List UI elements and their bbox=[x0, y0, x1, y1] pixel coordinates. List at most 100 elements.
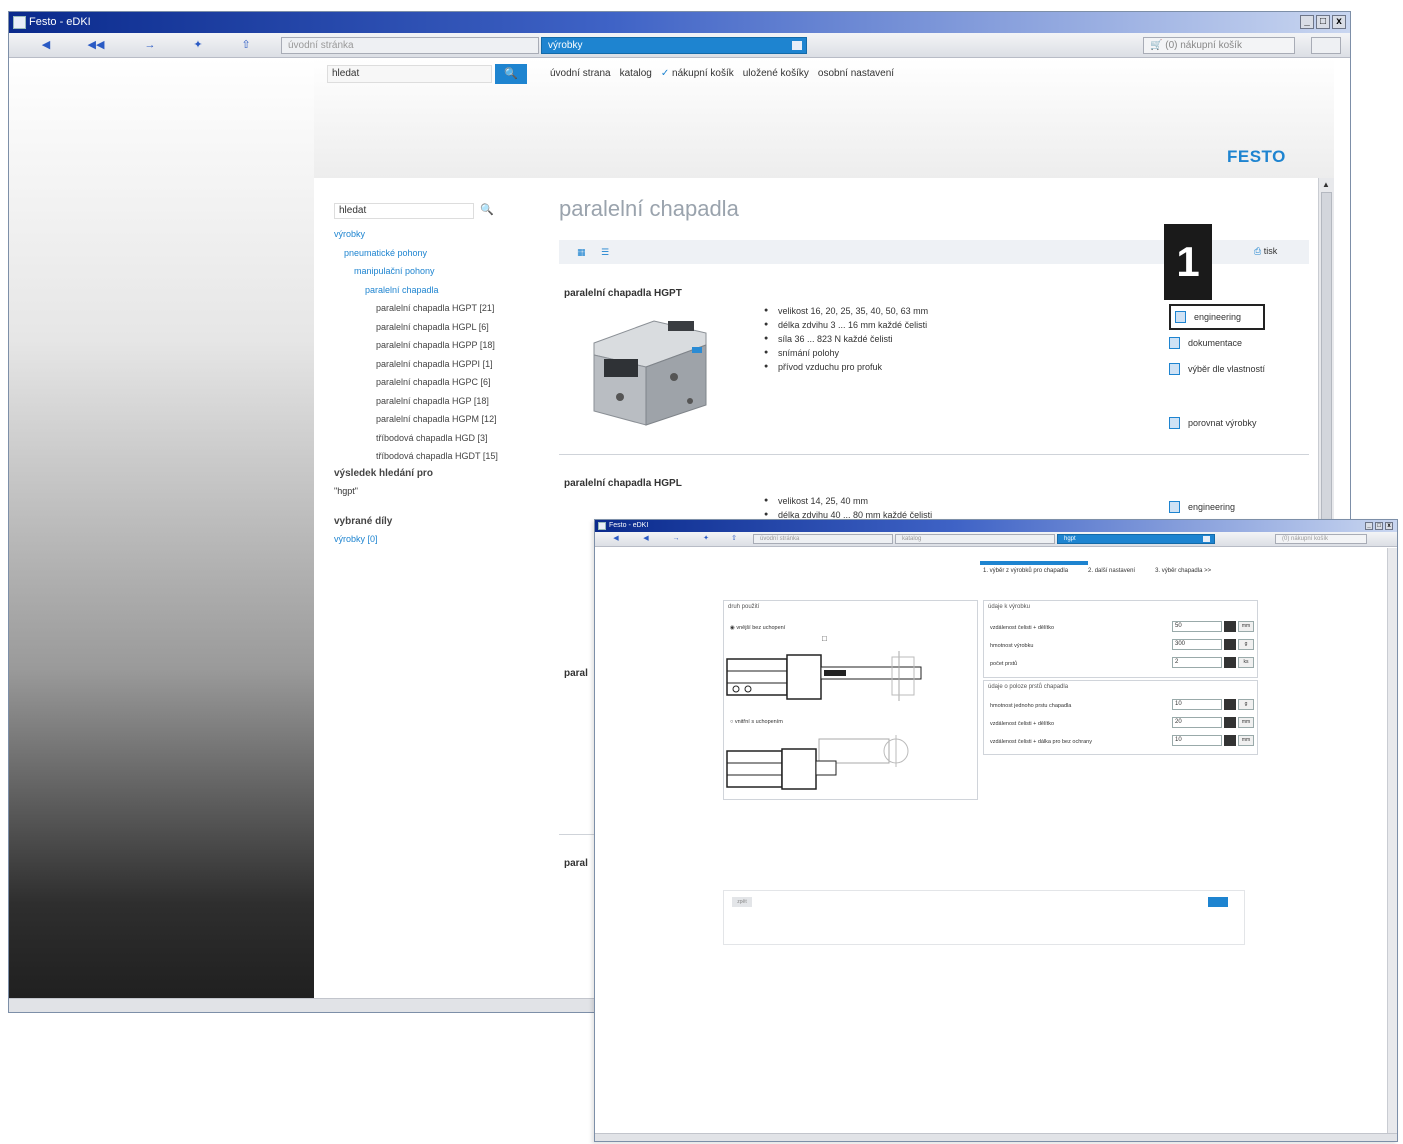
usage-panel-title: druh použití bbox=[728, 604, 760, 610]
step-2[interactable]: 2. další nastavení bbox=[1088, 568, 1135, 574]
callout-badge: 1 bbox=[1164, 224, 1212, 300]
step-3[interactable]: 3. výběr chapadla >> bbox=[1155, 568, 1211, 574]
grid-view-icon[interactable]: ▦ bbox=[577, 247, 588, 257]
tree-item[interactable]: manipulační pohony bbox=[334, 262, 498, 281]
engineering-link[interactable]: engineering bbox=[1169, 304, 1266, 330]
cart-field[interactable]: 🛒 (0) nákupní košík bbox=[1143, 37, 1295, 54]
nav-home[interactable]: úvodní strana bbox=[550, 68, 611, 79]
minimize-button[interactable]: _ bbox=[1365, 522, 1373, 530]
stop-icon[interactable]: → bbox=[141, 38, 159, 52]
tree-item[interactable]: paralelní chapadla HGP [18] bbox=[334, 392, 498, 411]
finger-mass-input[interactable]: 10 bbox=[1172, 699, 1222, 710]
tree-item[interactable]: paralelní chapadla HGPL [6] bbox=[334, 318, 498, 337]
address-field[interactable]: úvodní stránka bbox=[281, 37, 539, 54]
calc-button[interactable] bbox=[1224, 735, 1236, 746]
maximize-button[interactable]: □ bbox=[1375, 522, 1383, 530]
field-label: počet prstů bbox=[990, 661, 1018, 667]
radio-icon[interactable]: ○ bbox=[730, 719, 733, 725]
forward-icon[interactable]: ◀ bbox=[641, 534, 651, 544]
address-field[interactable]: úvodní stránka bbox=[753, 534, 893, 544]
jaw-offset-input[interactable]: 20 bbox=[1172, 717, 1222, 728]
forward-icon[interactable]: ◀◀ bbox=[87, 38, 105, 52]
nav-catalog[interactable]: katalog bbox=[620, 68, 652, 79]
product-name[interactable]: paral bbox=[564, 858, 588, 869]
maximize-button[interactable]: □ bbox=[1316, 15, 1330, 29]
calc-button[interactable] bbox=[1224, 717, 1236, 728]
stop-icon[interactable]: → bbox=[671, 534, 681, 544]
sidebar-search-input[interactable]: hledat bbox=[334, 203, 474, 219]
active-tab-field[interactable]: výrobky bbox=[541, 37, 807, 54]
step-1[interactable]: 1. výběr z výrobků pro chapadla bbox=[983, 568, 1068, 574]
unit-select[interactable]: mm bbox=[1238, 735, 1254, 746]
dropdown-icon[interactable] bbox=[792, 41, 802, 50]
vertical-scrollbar[interactable] bbox=[1387, 548, 1397, 1133]
jaw-distance-input[interactable]: 50 bbox=[1172, 621, 1222, 632]
home-icon[interactable]: ⇧ bbox=[729, 534, 739, 544]
tree-item[interactable]: výrobky bbox=[334, 225, 498, 244]
product-image[interactable] bbox=[584, 303, 714, 433]
product-mass-input[interactable]: 300 bbox=[1172, 639, 1222, 650]
tree-item[interactable]: paralelní chapadla HGPT [21] bbox=[334, 299, 498, 318]
title-bar: Festo - eDKI _ □ x bbox=[595, 520, 1397, 532]
jaw-length-input[interactable]: 10 bbox=[1172, 735, 1222, 746]
product-name[interactable]: paralelní chapadla HGPT bbox=[564, 288, 682, 299]
cart-field[interactable]: (0) nákupní košík bbox=[1275, 534, 1367, 544]
finger-count-input[interactable]: 2 bbox=[1172, 657, 1222, 668]
dropdown-icon[interactable] bbox=[1203, 536, 1210, 542]
selected-parts-link[interactable]: výrobky [0] bbox=[334, 534, 378, 544]
field-label: hmotnost výrobku bbox=[990, 643, 1034, 649]
tree-item[interactable]: paralelní chapadla HGPC [6] bbox=[334, 373, 498, 392]
filter-link[interactable]: výběr dle vlastností bbox=[1169, 356, 1265, 382]
feature-item: síla 36 ... 823 N každé čelisti bbox=[764, 332, 928, 346]
tree-item[interactable]: paralelní chapadla HGPPI [1] bbox=[334, 355, 498, 374]
scroll-up-icon[interactable]: ▲ bbox=[1322, 180, 1330, 189]
calc-button[interactable] bbox=[1224, 639, 1236, 650]
calc-button[interactable] bbox=[1224, 657, 1236, 668]
home-icon[interactable]: ⇧ bbox=[237, 38, 255, 52]
documentation-label: dokumentace bbox=[1188, 338, 1243, 348]
catalog-field[interactable]: katalog bbox=[895, 534, 1055, 544]
tree-item[interactable]: paralelní chapadla HGPM [12] bbox=[334, 410, 498, 429]
nav-saved-carts[interactable]: uložené košíky bbox=[743, 68, 809, 79]
documentation-link[interactable]: dokumentace bbox=[1169, 330, 1265, 356]
unit-select[interactable]: mm bbox=[1238, 717, 1254, 728]
compare-link[interactable]: porovnat výrobky bbox=[1169, 410, 1265, 436]
tab-address-label: hgpt bbox=[1064, 536, 1076, 542]
list-view-icon[interactable]: ☰ bbox=[601, 247, 612, 257]
tree-item[interactable]: tříbodová chapadla HGD [3] bbox=[334, 429, 498, 448]
minimize-button[interactable]: _ bbox=[1300, 15, 1314, 29]
product-name[interactable]: paral bbox=[564, 668, 588, 679]
unit-select[interactable]: ks bbox=[1238, 657, 1254, 668]
back-button[interactable]: zpět bbox=[732, 897, 752, 907]
selected-parts-heading: vybrané díly bbox=[334, 516, 393, 527]
next-button[interactable] bbox=[1208, 897, 1228, 907]
back-icon[interactable]: ◀ bbox=[611, 534, 621, 544]
active-tab-field[interactable]: hgpt bbox=[1057, 534, 1215, 544]
refresh-icon[interactable]: ✦ bbox=[189, 38, 207, 52]
nav-cart[interactable]: ✓ nákupní košík bbox=[661, 68, 734, 79]
refresh-icon[interactable]: ✦ bbox=[701, 534, 711, 544]
printer-icon: ⎙ bbox=[1254, 246, 1262, 256]
close-button[interactable]: x bbox=[1332, 15, 1346, 29]
back-icon[interactable]: ◀ bbox=[37, 38, 55, 52]
tree-item[interactable]: pneumatické pohony bbox=[334, 244, 498, 263]
nav-settings[interactable]: osobní nastavení bbox=[818, 68, 894, 79]
calc-button[interactable] bbox=[1224, 699, 1236, 710]
tree-item[interactable]: paralelní chapadla HGPP [18] bbox=[334, 336, 498, 355]
search-icon[interactable]: 🔍 bbox=[480, 203, 494, 216]
tree-item[interactable]: tříbodová chapadla HGDT [15] bbox=[334, 447, 498, 466]
calc-button[interactable] bbox=[1224, 621, 1236, 632]
top-search-input[interactable]: hledat bbox=[327, 65, 492, 83]
close-button[interactable]: x bbox=[1385, 522, 1393, 530]
option-internal[interactable]: ○ vnitřní s uchopením bbox=[730, 719, 783, 725]
extra-field[interactable] bbox=[1311, 37, 1341, 54]
unit-select[interactable]: g bbox=[1238, 699, 1254, 710]
print-button[interactable]: ⎙ tisk bbox=[1254, 246, 1277, 257]
tree-item[interactable]: paralelní chapadla bbox=[334, 281, 498, 300]
search-button[interactable]: 🔍 bbox=[495, 64, 527, 84]
engineering-link[interactable]: engineering bbox=[1169, 494, 1235, 520]
product-name[interactable]: paralelní chapadla HGPL bbox=[564, 478, 682, 489]
divider bbox=[559, 454, 1309, 455]
unit-select[interactable]: mm bbox=[1238, 621, 1254, 632]
unit-select[interactable]: g bbox=[1238, 639, 1254, 650]
